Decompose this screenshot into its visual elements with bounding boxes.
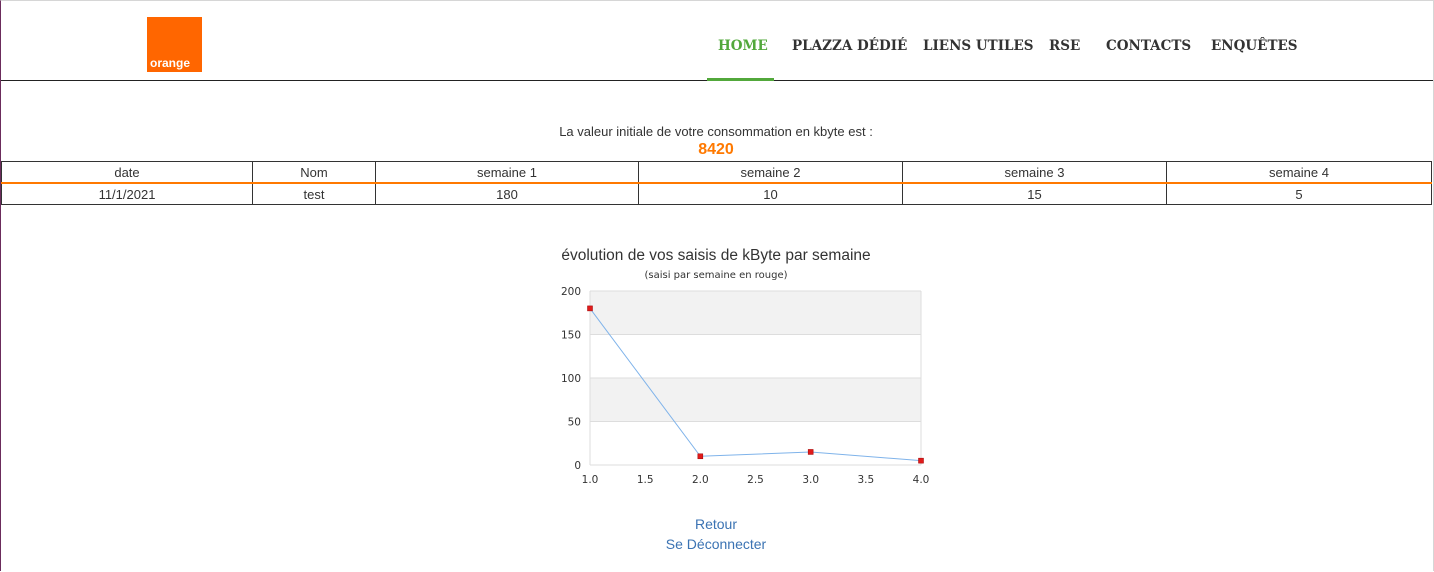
x-tick-label: 2.0: [692, 474, 709, 486]
logout-link[interactable]: Se Déconnecter: [0, 536, 1432, 552]
nav-active-indicator: [707, 78, 774, 81]
x-tick-label: 3.5: [857, 474, 874, 486]
cell-nom: test: [252, 182, 376, 205]
y-tick-label: 200: [561, 286, 581, 298]
consumption-table: date Nom semaine 1 semaine 2 semaine 3 s…: [1, 161, 1432, 205]
orange-logo[interactable]: orange: [147, 17, 202, 72]
header-nom: Nom: [252, 161, 376, 184]
intro-text: La valeur initiale de votre consommation…: [559, 124, 873, 139]
chart-band: [590, 421, 921, 465]
cell-date: 11/1/2021: [1, 182, 253, 205]
logout-link-label[interactable]: Se Déconnecter: [666, 536, 766, 552]
y-tick-label: 100: [561, 373, 581, 385]
nav-rse[interactable]: RSE: [1049, 38, 1080, 54]
chart-title: évolution de vos saisis de kByte par sem…: [561, 247, 871, 264]
cell-semaine-1: 180: [375, 182, 639, 205]
nav-liens-utiles[interactable]: LIENS UTILES: [923, 38, 1034, 54]
x-tick-label: 1.5: [637, 474, 654, 486]
table-row: 11/1/2021 test 180 10 15 5: [1, 182, 1432, 205]
header-date: date: [1, 161, 253, 184]
data-point: [918, 457, 924, 464]
nav-home[interactable]: HOME: [718, 38, 768, 54]
data-point: [697, 453, 704, 460]
data-point: [587, 305, 593, 312]
cell-semaine-4: 5: [1166, 182, 1432, 205]
chart-band: [590, 291, 921, 335]
y-tick-label: 150: [561, 330, 581, 342]
chart-band: [590, 378, 921, 422]
cell-semaine-2: 10: [638, 182, 903, 205]
chart-subtitle: (saisi par semaine en rouge): [644, 270, 788, 281]
x-tick-label: 2.5: [747, 474, 764, 486]
x-tick-label: 3.0: [802, 474, 819, 486]
x-tick-label: 4.0: [913, 474, 930, 486]
x-tick-label: 1.0: [582, 474, 599, 486]
header-semaine-3: semaine 3: [902, 161, 1167, 184]
nav-contacts[interactable]: CONTACTS: [1106, 38, 1191, 54]
table-header-row: date Nom semaine 1 semaine 2 semaine 3 s…: [1, 161, 1432, 184]
data-point: [807, 449, 814, 455]
logo-text: orange: [150, 56, 191, 70]
site-header: orange HOME PLAZZA DÉDIÉ LIENS UTILES RS…: [1, 1, 1433, 81]
nav-enquetes[interactable]: ENQUÊTES: [1211, 38, 1298, 54]
header-semaine-2: semaine 2: [638, 161, 903, 184]
retour-link-label[interactable]: Retour: [695, 516, 737, 532]
header-semaine-4: semaine 4: [1166, 161, 1432, 184]
nav-plazza-dedie[interactable]: PLAZZA DÉDIÉ: [792, 38, 907, 54]
retour-link[interactable]: Retour: [0, 516, 1432, 532]
y-tick-label: 50: [568, 417, 581, 429]
line-chart: 0 50 100 150 200 1.0 1.5 2.0 2.5 3.0 3.5 4.0: [561, 286, 930, 486]
cell-semaine-3: 15: [902, 182, 1167, 205]
chart-band: [590, 334, 921, 378]
initial-value: 8420: [698, 141, 734, 158]
y-tick-label: 0: [574, 460, 581, 472]
header-semaine-1: semaine 1: [375, 161, 639, 184]
